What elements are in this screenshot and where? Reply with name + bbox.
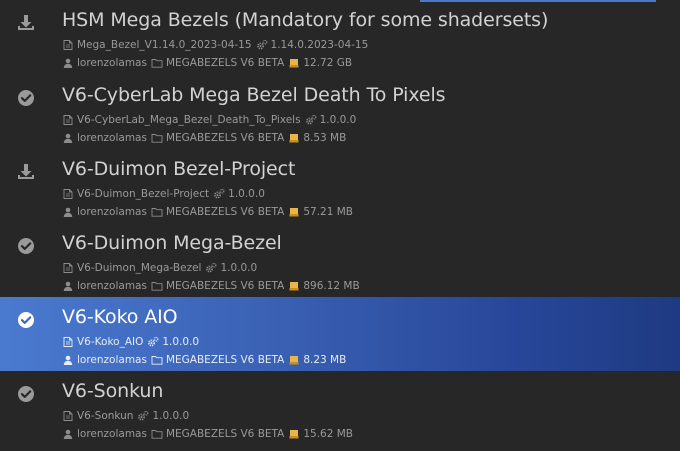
package-list: HSM Mega Bezels (Mandatory for some shad… (0, 0, 680, 445)
package-title: V6-Duimon Mega-Bezel (62, 232, 282, 254)
package-folder: MEGABEZELS V6 BETA (165, 280, 285, 292)
file-icon (62, 262, 74, 274)
package-filename: Mega_Bezel_V1.14.0_2023-04-15 (77, 39, 252, 51)
package-title: V6-Sonkun (62, 380, 164, 402)
package-author: lorenzolamas (77, 280, 147, 292)
user-icon (62, 428, 74, 440)
package-title: V6-Koko AIO (62, 306, 178, 328)
package-author: lorenzolamas (77, 57, 147, 69)
check-circle-icon (16, 88, 36, 108)
package-row[interactable]: HSM Mega Bezels (Mandatory for some shad… (0, 0, 680, 75)
package-version-line: V6-Koko_AIO 1.0.0.0 (62, 335, 199, 349)
folder-icon (151, 280, 163, 292)
package-row[interactable]: V6-Duimon Bezel-Project V6-Duimon_Bezel-… (0, 149, 680, 223)
package-version: 1.0.0.0 (319, 114, 357, 126)
package-folder: MEGABEZELS V6 BETA (165, 206, 285, 218)
user-icon (62, 206, 74, 218)
check-circle-icon (16, 236, 36, 256)
user-icon (62, 280, 74, 292)
package-info-line: lorenzolamas MEGABEZELS V6 BETA 57.21 MB (62, 205, 353, 219)
package-version-line: V6-Duimon_Bezel-Project 1.0.0.0 (62, 187, 265, 201)
package-filename: V6-CyberLab_Mega_Bezel_Death_To_Pixels (77, 114, 301, 126)
gears-icon (147, 336, 159, 348)
package-version: 1.0.0.0 (220, 262, 258, 274)
package-version: 1.0.0.0 (228, 188, 265, 200)
package-version-line: V6-Sonkun 1.0.0.0 (62, 409, 189, 423)
gears-icon (137, 410, 149, 422)
package-row[interactable]: V6-CyberLab Mega Bezel Death To Pixels V… (0, 75, 680, 149)
package-version: 1.14.0.2023-04-15 (270, 39, 369, 51)
user-icon (62, 57, 74, 69)
drive-icon (288, 132, 300, 144)
file-icon (62, 39, 74, 51)
package-info-line: lorenzolamas MEGABEZELS V6 BETA 8.23 MB (62, 353, 346, 367)
package-version-line: Mega_Bezel_V1.14.0_2023-04-15 1.14.0.202… (62, 38, 368, 52)
file-icon (62, 114, 74, 126)
package-size: 57.21 MB (303, 206, 353, 218)
drive-icon (288, 428, 300, 440)
package-size: 896.12 MB (303, 280, 360, 292)
package-title: V6-Duimon Bezel-Project (62, 158, 296, 180)
gears-icon (213, 188, 225, 200)
package-filename: V6-Duimon_Mega-Bezel (77, 262, 202, 274)
folder-icon (151, 57, 163, 69)
package-info-line: lorenzolamas MEGABEZELS V6 BETA 8.53 MB (62, 131, 346, 145)
drive-icon (288, 206, 300, 218)
gears-icon (205, 262, 217, 274)
package-filename: V6-Koko_AIO (77, 336, 144, 348)
folder-icon (151, 206, 163, 218)
package-folder: MEGABEZELS V6 BETA (165, 57, 285, 69)
package-size: 8.53 MB (303, 132, 347, 144)
package-size: 15.62 MB (303, 428, 353, 440)
package-folder: MEGABEZELS V6 BETA (165, 132, 285, 144)
user-icon (62, 354, 74, 366)
drive-icon (288, 280, 300, 292)
package-row[interactable]: V6-Sonkun V6-Sonkun 1.0.0.0 lorenzolamas… (0, 371, 680, 445)
drive-icon (288, 57, 300, 69)
gears-icon (256, 39, 268, 51)
folder-icon (151, 354, 163, 366)
package-author: lorenzolamas (77, 132, 147, 144)
package-filename: V6-Sonkun (77, 410, 134, 422)
package-folder: MEGABEZELS V6 BETA (165, 354, 285, 366)
download-icon[interactable] (16, 13, 36, 33)
download-icon[interactable] (16, 162, 36, 182)
package-size: 12.72 GB (303, 57, 353, 69)
package-info-line: lorenzolamas MEGABEZELS V6 BETA 12.72 GB (62, 56, 352, 70)
package-author: lorenzolamas (77, 428, 147, 440)
file-icon (62, 336, 74, 348)
package-title: V6-CyberLab Mega Bezel Death To Pixels (62, 84, 446, 106)
folder-icon (151, 428, 163, 440)
package-size: 8.23 MB (303, 354, 347, 366)
user-icon (62, 132, 74, 144)
drive-icon (288, 354, 300, 366)
package-row[interactable]: V6-Duimon Mega-Bezel V6-Duimon_Mega-Beze… (0, 223, 680, 297)
package-folder: MEGABEZELS V6 BETA (165, 428, 285, 440)
package-version: 1.0.0.0 (162, 336, 200, 348)
package-title: HSM Mega Bezels (Mandatory for some shad… (62, 9, 549, 31)
package-info-line: lorenzolamas MEGABEZELS V6 BETA 896.12 M… (62, 279, 360, 293)
package-version-line: V6-Duimon_Mega-Bezel 1.0.0.0 (62, 261, 257, 275)
file-icon (62, 410, 74, 422)
package-version-line: V6-CyberLab_Mega_Bezel_Death_To_Pixels 1… (62, 113, 356, 127)
package-row[interactable]: V6-Koko AIO V6-Koko_AIO 1.0.0.0 lorenzol… (0, 297, 680, 371)
package-author: lorenzolamas (77, 206, 147, 218)
file-icon (62, 188, 74, 200)
folder-icon (151, 132, 163, 144)
check-circle-icon (16, 310, 36, 330)
package-filename: V6-Duimon_Bezel-Project (77, 188, 210, 200)
package-info-line: lorenzolamas MEGABEZELS V6 BETA 15.62 MB (62, 427, 353, 441)
package-author: lorenzolamas (77, 354, 147, 366)
check-circle-icon (16, 384, 36, 404)
package-version: 1.0.0.0 (152, 410, 190, 422)
gears-icon (305, 114, 317, 126)
